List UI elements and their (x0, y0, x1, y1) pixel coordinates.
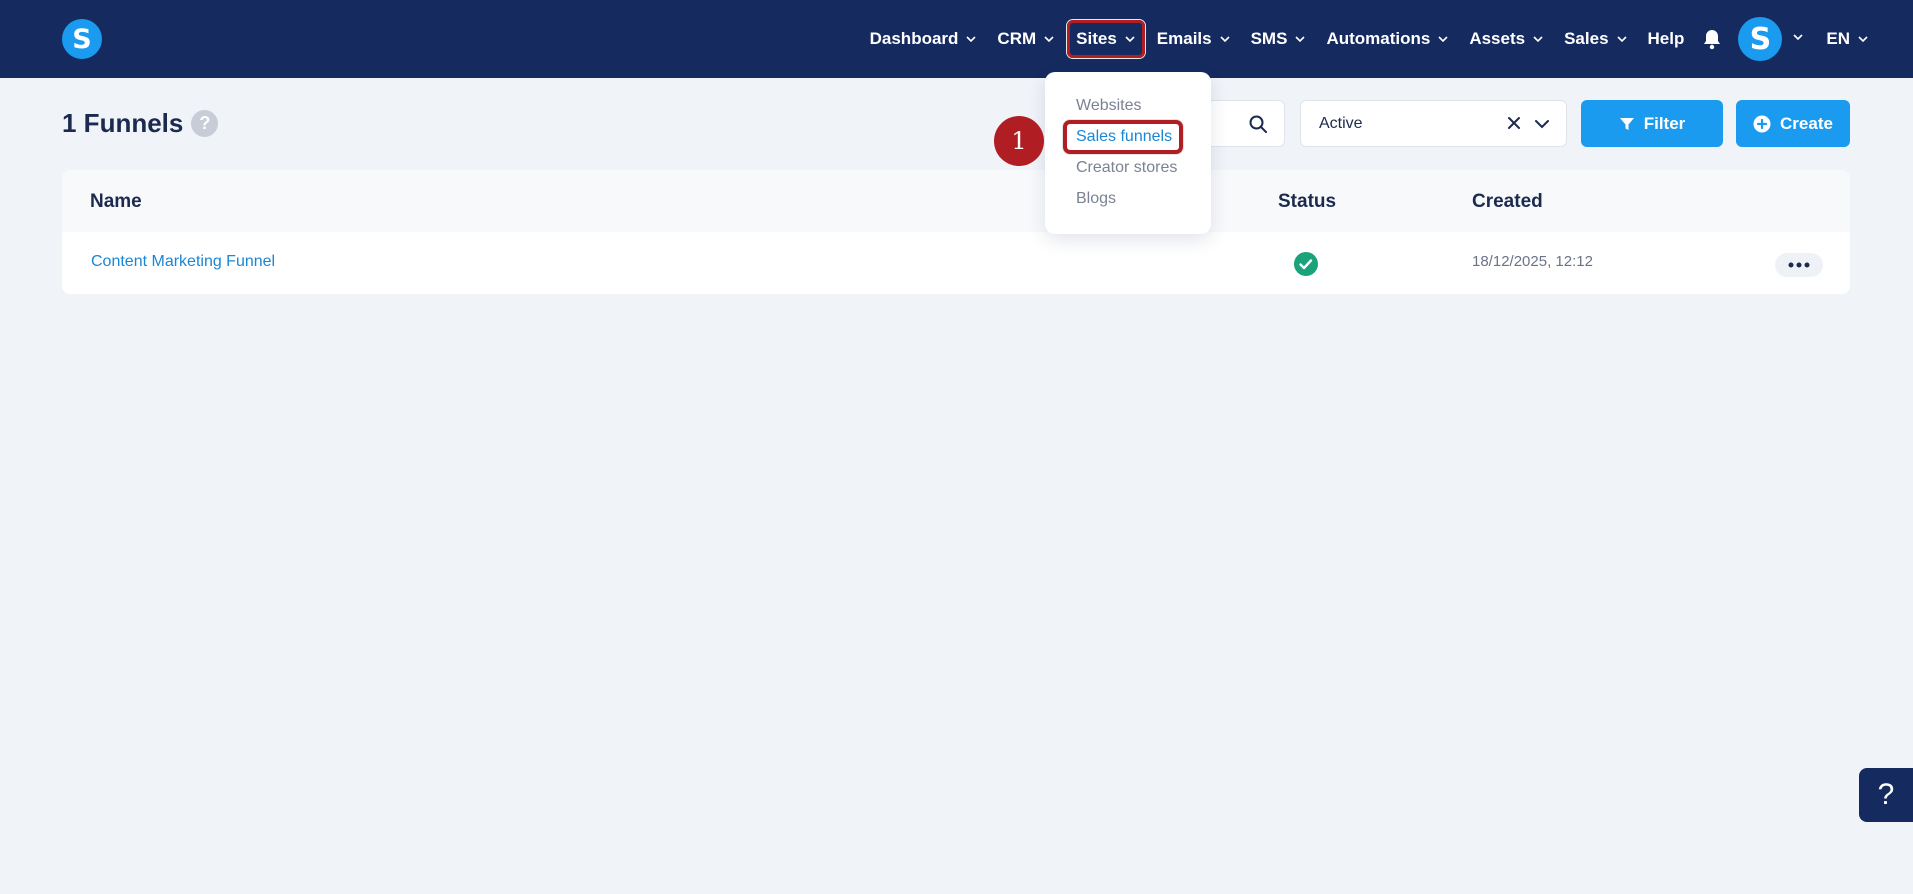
filter-button-label: Filter (1643, 113, 1686, 133)
page-title: 1 Funnels (62, 108, 184, 138)
nav-item-sales[interactable]: Sales (1556, 20, 1635, 58)
nav-item-dashboard[interactable]: Dashboard (862, 20, 986, 58)
nav-item-assets[interactable]: Assets (1461, 20, 1552, 58)
nav-label: Emails (1156, 29, 1212, 48)
top-navigation-bar: S Dashboard CRM Sites Emails SMS Automat… (0, 0, 1913, 78)
nav-item-emails[interactable]: Emails (1149, 20, 1239, 58)
column-header-status[interactable]: Status (1278, 191, 1336, 213)
plus-circle-icon (1753, 115, 1771, 132)
chevron-down-icon (1792, 30, 1804, 48)
notifications-bell-icon[interactable] (1702, 28, 1722, 50)
create-button[interactable]: Create (1736, 100, 1850, 147)
chevron-down-icon (1043, 33, 1055, 45)
chevron-down-icon (1857, 33, 1869, 45)
nav-label: Help (1647, 29, 1685, 48)
help-tooltip-icon[interactable]: ? (191, 110, 219, 137)
create-button-label: Create (1780, 113, 1833, 133)
search-icon[interactable] (1248, 114, 1268, 139)
column-header-name[interactable]: Name (90, 191, 142, 213)
filter-icon (1619, 117, 1634, 130)
nav-item-sites[interactable]: Sites (1067, 20, 1145, 58)
table-header: Name Status Created (62, 170, 1850, 232)
brand-logo[interactable]: S (62, 19, 102, 59)
nav-item-help[interactable]: Help (1640, 20, 1693, 58)
account-menu[interactable]: S (1738, 17, 1804, 61)
chevron-down-icon (1437, 33, 1449, 45)
clear-icon[interactable] (1506, 115, 1522, 136)
nav-label: Sales (1564, 29, 1609, 48)
language-selector[interactable]: EN (1818, 20, 1877, 58)
chevron-down-icon (1124, 33, 1136, 45)
chevron-down-icon (1219, 33, 1231, 45)
nav-label: CRM (997, 29, 1037, 48)
language-label: EN (1826, 29, 1850, 48)
highlight-box (1063, 120, 1183, 154)
avatar: S (1738, 17, 1783, 61)
nav-label: Sites (1076, 29, 1117, 48)
status-filter-select[interactable]: Active (1300, 100, 1567, 147)
chevron-down-icon (965, 33, 977, 45)
nav-item-sms[interactable]: SMS (1243, 20, 1315, 58)
nav-label: Dashboard (869, 29, 959, 48)
chevron-down-icon (1616, 33, 1628, 45)
created-date: 18/12/2025, 12:12 (1472, 253, 1593, 270)
status-active-check-icon (1294, 252, 1318, 281)
filter-button[interactable]: Filter (1581, 100, 1723, 147)
nav-label: Assets (1469, 29, 1526, 48)
funnels-table: Name Status Created Content Marketing Fu… (62, 170, 1850, 294)
funnel-name-link[interactable]: Content Marketing Funnel (91, 253, 275, 271)
nav-item-crm[interactable]: CRM (989, 20, 1063, 58)
page-title-row: 1 Funnels ? (62, 108, 219, 139)
nav-label: Automations (1326, 29, 1431, 48)
sites-dropdown-menu: Websites Sales funnels Creator stores Bl… (1045, 72, 1211, 234)
chevron-down-icon (1532, 33, 1544, 45)
menu-item-creator-stores[interactable]: Creator stores (1076, 159, 1177, 177)
nav-label: SMS (1250, 29, 1288, 48)
main-nav: Dashboard CRM Sites Emails SMS Automatio… (860, 0, 1913, 78)
menu-item-blogs[interactable]: Blogs (1076, 190, 1116, 208)
chevron-down-icon[interactable] (1534, 117, 1550, 136)
help-widget-button[interactable]: ? (1859, 768, 1913, 822)
menu-item-websites[interactable]: Websites (1076, 97, 1142, 115)
row-actions-more-icon[interactable] (1775, 253, 1823, 277)
nav-item-automations[interactable]: Automations (1318, 20, 1457, 58)
column-header-created[interactable]: Created (1472, 191, 1543, 213)
chevron-down-icon (1294, 33, 1306, 45)
step-number-badge: 1 (994, 116, 1044, 166)
status-filter-value: Active (1319, 114, 1363, 132)
